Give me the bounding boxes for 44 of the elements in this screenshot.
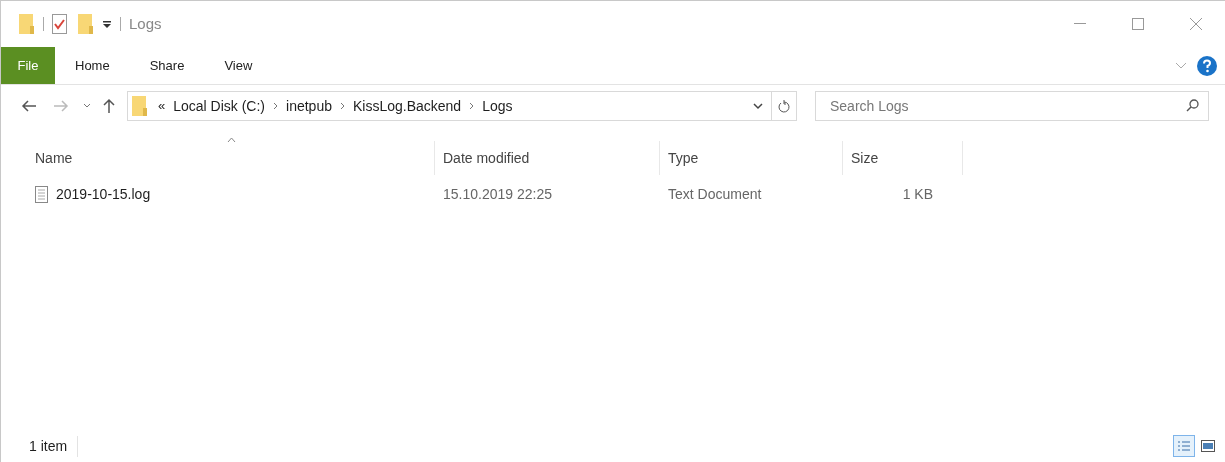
column-header[interactable]: Size bbox=[843, 141, 963, 175]
file-type: Text Document bbox=[667, 184, 763, 204]
chevron-right-icon bbox=[273, 102, 279, 110]
item-count: 1 item bbox=[29, 435, 79, 457]
properties-icon[interactable] bbox=[52, 14, 68, 34]
date-modified: 15.10.2019 22:25 bbox=[442, 184, 553, 204]
breadcrumb[interactable]: KissLog.Backend bbox=[352, 95, 462, 117]
picture-icon bbox=[1201, 440, 1215, 452]
new-folder-icon bbox=[78, 14, 94, 34]
search-field[interactable]: Search Logs bbox=[815, 91, 1209, 121]
text-file-icon bbox=[35, 185, 48, 203]
ribbon-tab[interactable]: Home bbox=[55, 47, 130, 84]
maximize-icon bbox=[1132, 18, 1144, 30]
file-name: 2019-10-15.log bbox=[56, 184, 151, 204]
folder-icon bbox=[19, 14, 35, 34]
folder-icon bbox=[132, 96, 148, 116]
recent-dropdown-icon[interactable] bbox=[83, 103, 91, 109]
sort-ascending-icon bbox=[226, 137, 236, 143]
dropdown-icon[interactable] bbox=[753, 102, 763, 110]
file-size: 1 KB bbox=[901, 184, 934, 204]
refresh-icon[interactable] bbox=[778, 99, 790, 113]
breadcrumb[interactable]: Logs bbox=[482, 95, 513, 117]
column-header[interactable]: Type bbox=[660, 141, 843, 175]
back-arrow-icon[interactable] bbox=[21, 100, 37, 112]
chevron-right-icon bbox=[339, 102, 345, 110]
ribbon-tab[interactable]: View bbox=[204, 47, 273, 84]
overflow-chevron[interactable]: « bbox=[158, 96, 166, 116]
file-menu-button[interactable]: File bbox=[1, 47, 55, 84]
ribbon-tab[interactable]: Share bbox=[129, 47, 205, 84]
minimize-icon bbox=[1074, 23, 1086, 25]
breadcrumb[interactable]: Local Disk (C:) bbox=[173, 95, 266, 117]
up-arrow-icon[interactable] bbox=[103, 98, 115, 114]
chevron-right-icon bbox=[469, 102, 475, 110]
help-icon[interactable] bbox=[1197, 55, 1217, 76]
file-row[interactable]: 2019-10-15.log 15.10.2019 22:25 Text Document 1 KB bbox=[1, 179, 1225, 209]
dropdown-icon[interactable] bbox=[102, 19, 112, 29]
search-icon[interactable] bbox=[1186, 99, 1199, 112]
details-list-icon bbox=[1177, 440, 1191, 452]
column-header[interactable]: Name bbox=[35, 141, 435, 175]
address-bar[interactable]: « Local Disk (C:) inetpub KissLog.Backend Logs bbox=[127, 91, 797, 121]
column-header[interactable]: Date modified bbox=[435, 141, 660, 175]
close-icon bbox=[1189, 17, 1203, 31]
breadcrumb[interactable]: inetpub bbox=[286, 95, 332, 117]
window-title: Logs bbox=[129, 13, 162, 34]
